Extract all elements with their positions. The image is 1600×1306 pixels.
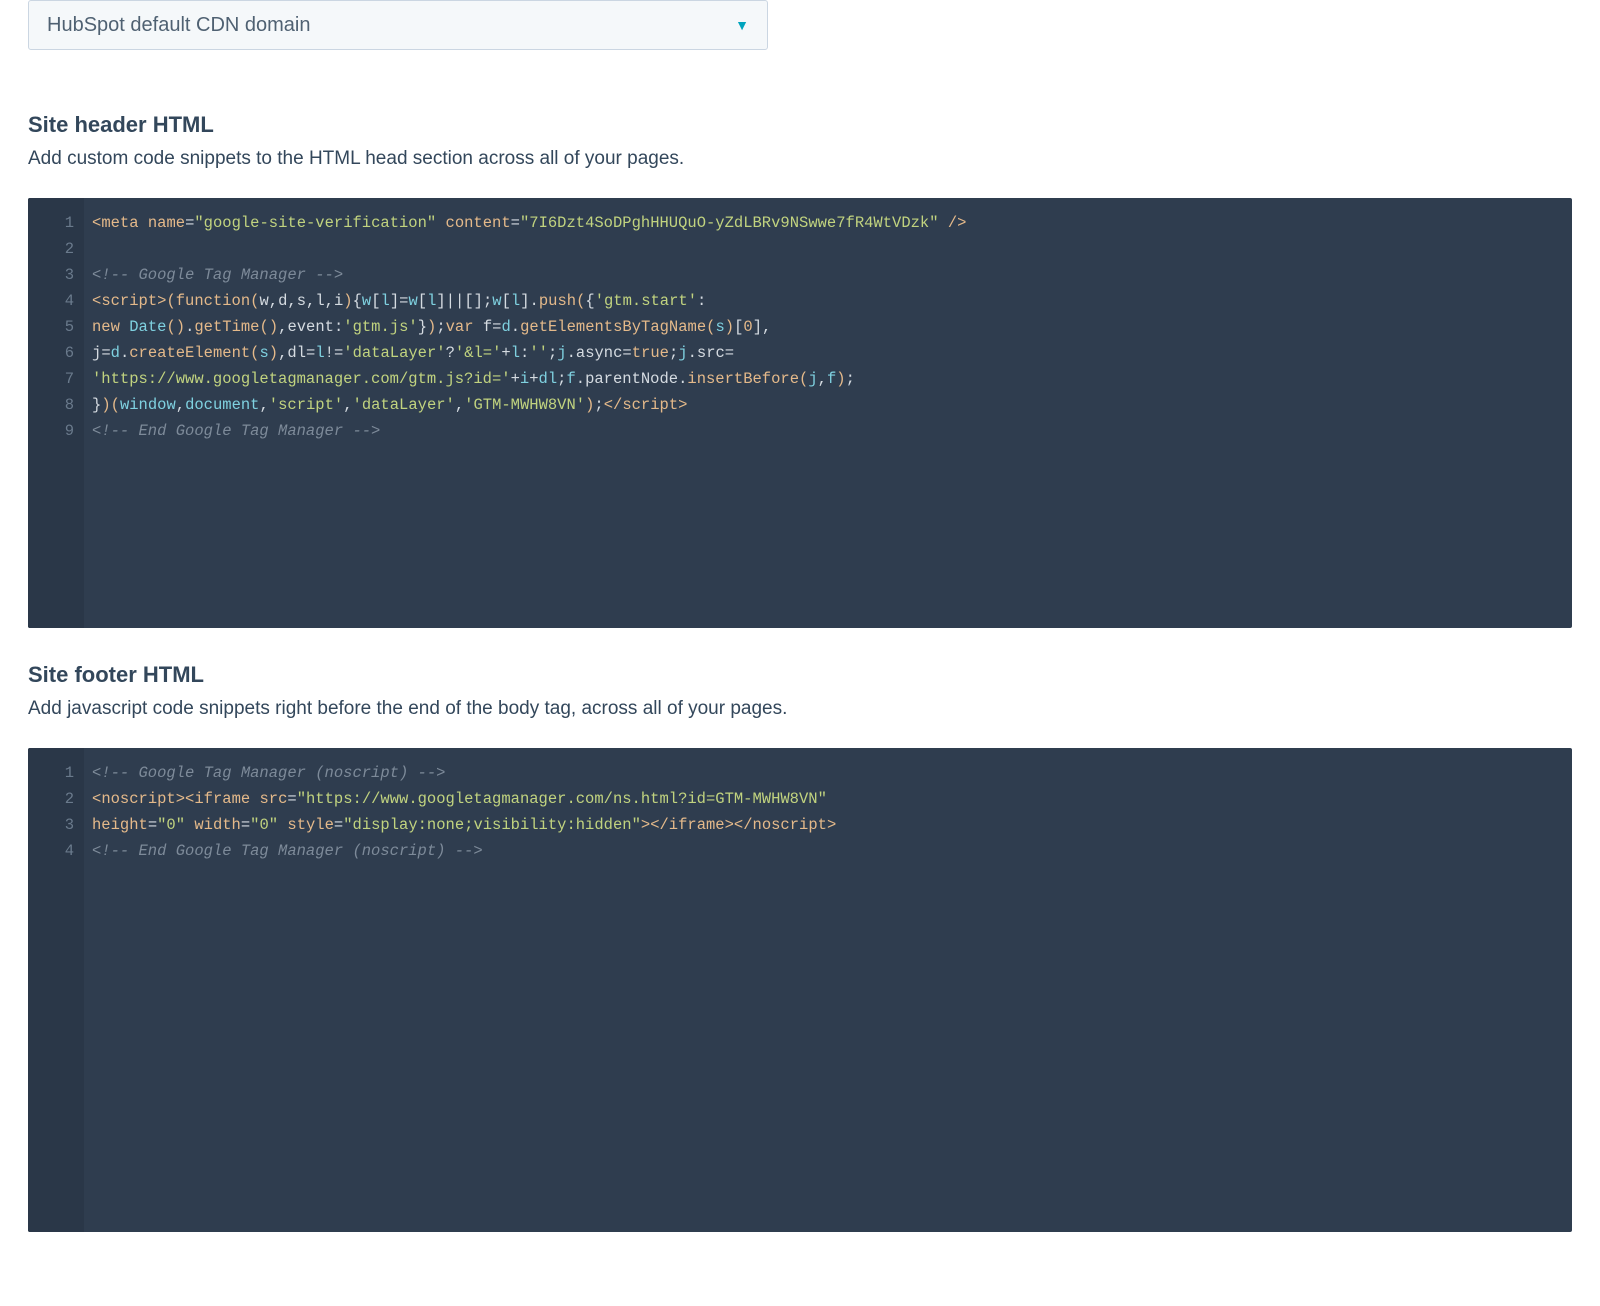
site-header-html-title: Site header HTML [28,112,1572,138]
line-number: 2 [28,236,74,262]
site-header-code-editor[interactable]: 123456789 <meta name="google-site-verifi… [28,198,1572,628]
code-line[interactable] [92,236,966,262]
code-line[interactable]: j=d.createElement(s),dl=l!='dataLayer'?'… [92,340,966,366]
code-line[interactable]: <noscript><iframe src="https://www.googl… [92,786,836,812]
line-number: 4 [28,838,74,864]
site-header-html-description: Add custom code snippets to the HTML hea… [28,148,1572,170]
line-number: 5 [28,314,74,340]
code-line[interactable]: 'https://www.googletagmanager.com/gtm.js… [92,366,966,392]
code-line[interactable]: })(window,document,'script','dataLayer',… [92,392,966,418]
line-number: 9 [28,418,74,444]
line-number: 1 [28,760,74,786]
line-number: 6 [28,340,74,366]
dropdown-selected-label: HubSpot default CDN domain [47,14,310,37]
editor-code-area[interactable]: <!-- Google Tag Manager (noscript) --><n… [84,748,846,1232]
code-line[interactable]: height="0" width="0" style="display:none… [92,812,836,838]
site-footer-html-title: Site footer HTML [28,662,1572,688]
line-number: 3 [28,262,74,288]
editor-code-area[interactable]: <meta name="google-site-verification" co… [84,198,976,628]
code-line[interactable]: <!-- Google Tag Manager --> [92,262,966,288]
code-line[interactable]: <!-- End Google Tag Manager (noscript) -… [92,838,836,864]
code-line[interactable]: <!-- End Google Tag Manager --> [92,418,966,444]
site-footer-html-description: Add javascript code snippets right befor… [28,698,1572,720]
chevron-down-icon: ▼ [735,17,749,33]
line-number: 7 [28,366,74,392]
line-number: 2 [28,786,74,812]
code-line[interactable]: <script>(function(w,d,s,l,i){w[l]=w[l]||… [92,288,966,314]
code-line[interactable]: new Date().getTime(),event:'gtm.js'});va… [92,314,966,340]
line-number: 1 [28,210,74,236]
code-line[interactable]: <!-- Google Tag Manager (noscript) --> [92,760,836,786]
line-number: 3 [28,812,74,838]
cdn-domain-dropdown[interactable]: HubSpot default CDN domain ▼ [28,0,768,50]
line-number: 4 [28,288,74,314]
editor-gutter: 123456789 [28,198,84,628]
code-line[interactable]: <meta name="google-site-verification" co… [92,210,966,236]
site-footer-code-editor[interactable]: 1234 <!-- Google Tag Manager (noscript) … [28,748,1572,1232]
editor-gutter: 1234 [28,748,84,1232]
line-number: 8 [28,392,74,418]
